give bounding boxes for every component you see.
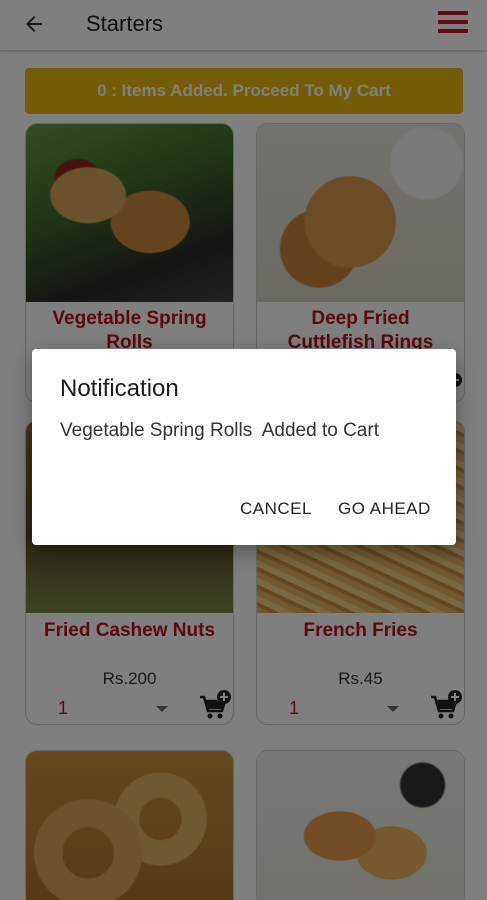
dialog-title: Notification xyxy=(60,375,179,402)
notification-dialog: Notification Vegetable Spring Rolls Adde… xyxy=(32,349,456,545)
dialog-message: Vegetable Spring Rolls Added to Cart xyxy=(60,420,379,441)
go-ahead-button[interactable]: GO AHEAD xyxy=(338,499,431,519)
cancel-button[interactable]: CANCEL xyxy=(240,499,312,519)
